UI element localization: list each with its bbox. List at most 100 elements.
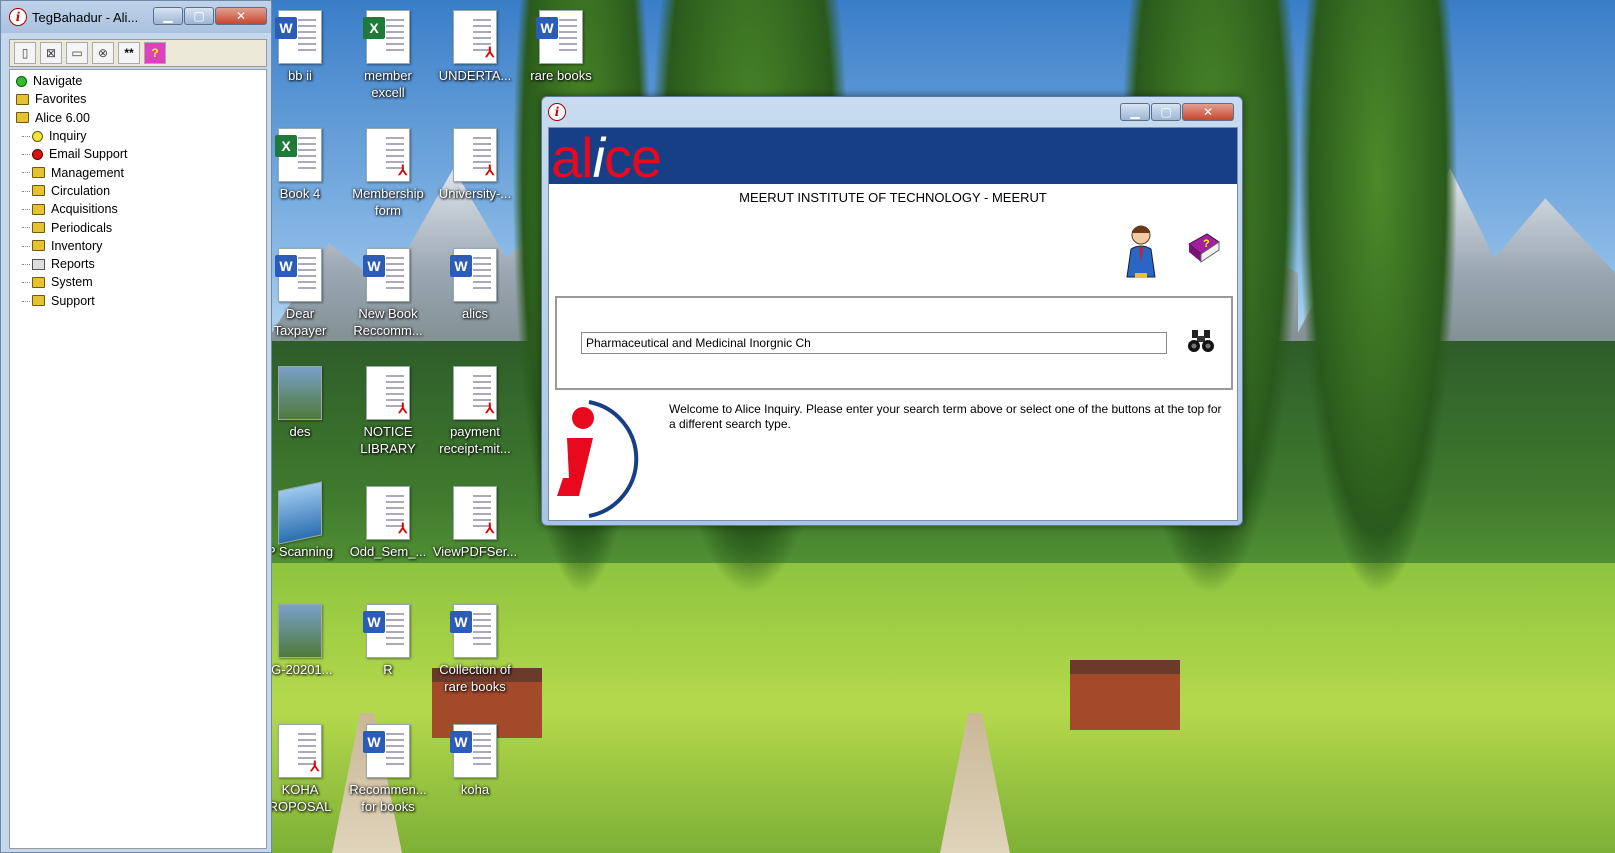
- tree-item[interactable]: Email Support: [10, 145, 266, 163]
- pdf-file-icon: ⅄: [453, 486, 497, 540]
- image-file-icon: [278, 366, 322, 420]
- desktop-icon[interactable]: ⅄ University-...: [433, 128, 517, 202]
- tree-item[interactable]: Alice 6.00: [10, 109, 266, 127]
- institution-name: MEERUT INSTITUTE OF TECHNOLOGY - MEERUT: [739, 190, 1047, 205]
- desktop-icon-label: IG-20201...: [267, 662, 333, 677]
- alice-logo: alice: [551, 126, 662, 189]
- desktop-icon-label: Odd_Sem_...: [349, 544, 427, 559]
- new-document-icon[interactable]: ▯: [14, 42, 36, 64]
- search-input[interactable]: Pharmaceutical and Medicinal Inorgnic Ch: [581, 332, 1167, 354]
- tree-item-label: Circulation: [51, 183, 111, 198]
- maximize-button[interactable]: ▢: [1151, 103, 1181, 121]
- tree-item-label: Inventory: [51, 238, 103, 253]
- tree-item-label: Navigate: [33, 74, 83, 89]
- desktop-icon[interactable]: W Collection of rare books: [433, 604, 517, 695]
- search-panel: Pharmaceutical and Medicinal Inorgnic Ch: [555, 296, 1233, 390]
- desktop-icon-label: R: [383, 662, 393, 677]
- librarian-icon[interactable]: [1121, 223, 1161, 279]
- word-file-icon: W: [536, 10, 583, 64]
- wallpaper-panel: [1298, 0, 1615, 853]
- alice-info-icon: i: [548, 103, 566, 121]
- tree-item[interactable]: Favorites: [10, 90, 266, 108]
- desktop-icon[interactable]: ⅄ payment receipt-mit...: [433, 366, 517, 457]
- tree-item-label: Alice 6.00: [35, 110, 90, 125]
- excel-file-icon: X: [275, 128, 322, 182]
- scanner-file-icon: [278, 481, 322, 545]
- desktop-icon[interactable]: W Recommen... for books: [346, 724, 430, 815]
- desktop-icon-label: University-...: [438, 186, 512, 201]
- word-file-icon: W: [450, 248, 497, 302]
- desktop-icon[interactable]: ⅄ NOTICE LIBRARY: [346, 366, 430, 457]
- delete-document-icon[interactable]: ⊠: [40, 42, 62, 64]
- tree-item[interactable]: Inquiry: [10, 127, 266, 145]
- tree-item[interactable]: Management: [10, 163, 266, 181]
- alice-info-icon: i: [9, 8, 27, 26]
- desktop-icon[interactable]: Wkoha: [433, 724, 517, 798]
- tree-item[interactable]: Circulation: [10, 182, 266, 200]
- tree-item-label: Reports: [51, 257, 95, 272]
- folder-icon: [32, 203, 45, 215]
- tree-item-label: Support: [51, 293, 95, 308]
- tree-item[interactable]: Periodicals: [10, 218, 266, 236]
- desktop-icon-label: UNDERTA...: [438, 68, 512, 83]
- desktop-icon-label: Recommen... for books: [349, 782, 427, 814]
- folder-icon: [32, 167, 45, 179]
- maximize-button[interactable]: ▢: [184, 7, 214, 25]
- tree-item-label: Favorites: [35, 92, 87, 107]
- explorer-title: TegBahadur - Ali...: [32, 9, 139, 25]
- desktop-icon-label: Book 4: [279, 186, 321, 201]
- pdf-file-icon: ⅄: [366, 366, 410, 420]
- pdf-file-icon: ⅄: [453, 10, 497, 64]
- alice-inquiry-window[interactable]: i ▁ ▢ ✕ alice MEERUT INSTITUTE OF TECHNO…: [541, 96, 1243, 526]
- help-icon[interactable]: ?: [144, 42, 166, 64]
- desktop-icon[interactable]: ⅄ ViewPDFSer...: [433, 486, 517, 560]
- tree-item[interactable]: Reports: [10, 255, 266, 273]
- tree-item[interactable]: Acquisitions: [10, 200, 266, 218]
- desktop-icon-label: member excell: [364, 68, 412, 100]
- open-folder-icon[interactable]: ▭: [66, 42, 88, 64]
- tree-item[interactable]: Support: [10, 292, 266, 310]
- desktop-icon[interactable]: Walics: [433, 248, 517, 322]
- tree-item[interactable]: Navigate: [10, 72, 266, 90]
- close-button[interactable]: ✕: [1182, 103, 1234, 121]
- pdf-file-icon: ⅄: [366, 128, 410, 182]
- desktop-icon[interactable]: Xmember excell: [346, 10, 430, 101]
- pdf-file-icon: ⅄: [453, 128, 497, 182]
- word-file-icon: W: [275, 248, 322, 302]
- desktop-icon[interactable]: WR: [346, 604, 430, 678]
- desktop-icon[interactable]: W New Book Reccomm...: [346, 248, 430, 339]
- help-book-icon[interactable]: ?: [1185, 230, 1221, 266]
- tree-item-label: Acquisitions: [51, 202, 118, 217]
- desktop-icon[interactable]: ⅄ Membership form: [346, 128, 430, 219]
- excel-file-icon: X: [363, 10, 410, 64]
- tree-item[interactable]: System: [10, 273, 266, 291]
- alice-explorer-window[interactable]: i TegBahadur - Ali... ▁ ▢ ✕ ▯ ⊠ ▭ ⊗ ** ?…: [0, 0, 272, 853]
- folder-icon: [16, 112, 29, 124]
- stop-icon[interactable]: ⊗: [92, 42, 114, 64]
- desktop-icon[interactable]: ⅄ Odd_Sem_...: [346, 486, 430, 560]
- desktop-icon-label: payment receipt-mit...: [439, 424, 511, 456]
- printer-icon: [32, 258, 45, 270]
- tree-item-label: Email Support: [49, 147, 128, 162]
- binoculars-icon[interactable]: [1187, 328, 1215, 354]
- tree-item-label: Periodicals: [51, 220, 113, 235]
- minimize-button[interactable]: ▁: [1120, 103, 1150, 121]
- desktop-icon-label: rare books: [530, 68, 592, 83]
- word-file-icon: W: [450, 604, 497, 658]
- desktop-icon[interactable]: Wrare books: [519, 10, 603, 84]
- svg-text:?: ?: [1203, 238, 1210, 250]
- close-button[interactable]: ✕: [215, 7, 267, 25]
- desktop-icon[interactable]: ⅄ UNDERTA...: [433, 10, 517, 84]
- minimize-button[interactable]: ▁: [153, 7, 183, 25]
- green-dot-icon: [16, 75, 27, 87]
- desktop-icon-label: koha: [460, 782, 490, 797]
- folder-icon: [16, 93, 29, 105]
- desktop-icon-label: Membership form: [352, 186, 424, 218]
- explorer-toolbar: ▯ ⊠ ▭ ⊗ ** ?: [9, 39, 267, 67]
- yellow-dot-icon: [32, 130, 43, 142]
- desktop-icon-label: ViewPDFSer...: [432, 544, 518, 559]
- tree-item[interactable]: Inventory: [10, 237, 266, 255]
- word-file-icon: W: [363, 248, 410, 302]
- wildcard-icon[interactable]: **: [118, 42, 140, 64]
- alice-banner: alice: [549, 126, 1237, 189]
